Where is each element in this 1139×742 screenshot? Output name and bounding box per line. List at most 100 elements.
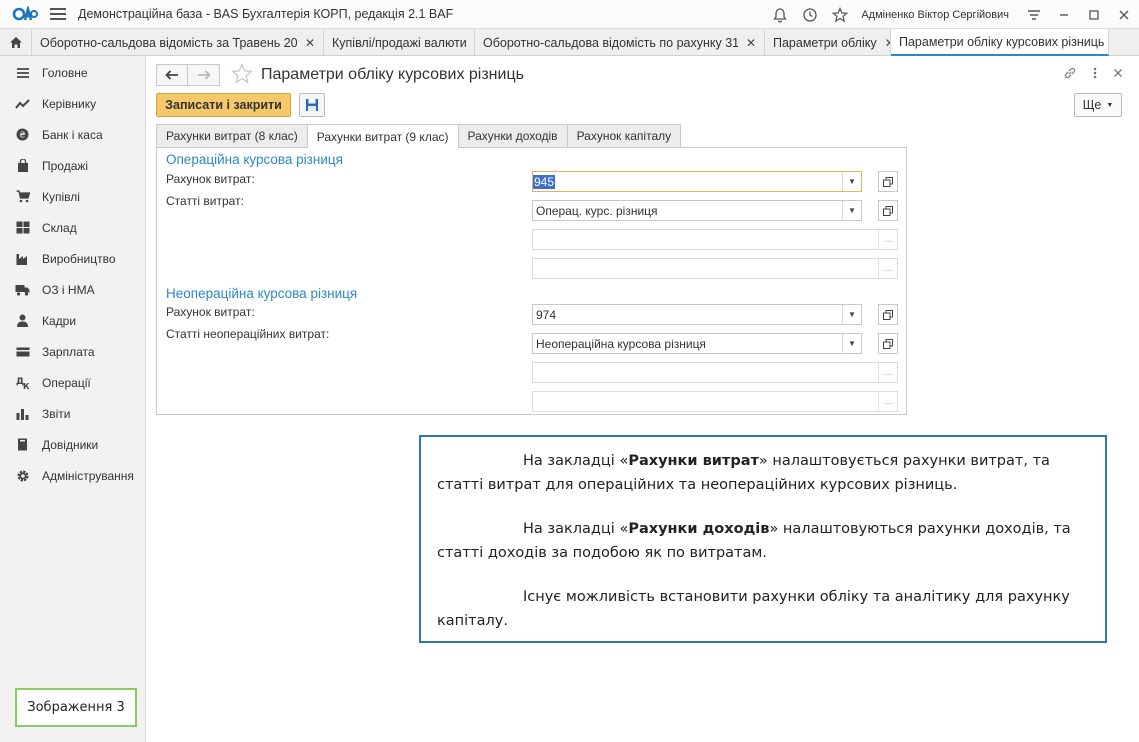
window-tab-label: Купівлі/продажі валюти <box>332 35 467 50</box>
home-icon[interactable] <box>0 29 32 56</box>
window-tab[interactable]: Оборотно-сальдова відомість за Травень 2… <box>32 29 324 56</box>
ellipsis-icon[interactable]: ... <box>878 259 897 278</box>
non-operational-extra-article-field[interactable]: ... <box>532 362 898 383</box>
sidebar-item-admin[interactable]: Адміністрування <box>0 460 145 491</box>
ellipsis-icon[interactable]: ... <box>878 392 897 411</box>
bell-icon[interactable] <box>765 0 795 29</box>
sidebar-item-reports[interactable]: Звіти <box>0 398 145 429</box>
sidebar-item-label: Продажі <box>42 158 89 173</box>
form-tabs: Рахунки витрат (8 клас) Рахунки витрат (… <box>156 124 682 148</box>
window-tab[interactable]: Оборотно-сальдова відомість по рахунку 3… <box>475 29 765 56</box>
note-paragraph: Існує можливість встановити рахунки облі… <box>437 589 1070 629</box>
chevron-down-icon[interactable]: ▼ <box>842 172 861 191</box>
close-tab-icon[interactable]: ✕ <box>305 36 315 50</box>
sidebar-item-purchases[interactable]: Купівлі <box>0 181 145 212</box>
non-operational-expense-account-field[interactable]: 974 ▼ <box>532 304 862 325</box>
operational-expense-account-field[interactable]: 945 ▼ <box>532 171 862 192</box>
coin-icon: ₴ <box>15 128 30 142</box>
chart-icon <box>15 407 30 421</box>
open-copy-icon[interactable] <box>878 304 898 325</box>
ellipsis-icon[interactable]: ... <box>878 230 897 249</box>
book-icon <box>15 438 30 452</box>
operational-expense-article-field[interactable]: Операц. курс. різниця ▼ <box>532 200 862 221</box>
favorite-star-icon[interactable] <box>230 62 254 90</box>
open-copy-icon[interactable] <box>878 200 898 221</box>
sidebar-item-label: ОЗ і НМА <box>42 282 95 297</box>
favorites-star-icon[interactable] <box>825 0 855 29</box>
user-name[interactable]: Адміненко Віктор Сергійович <box>861 9 1009 21</box>
window-tab[interactable]: Купівлі/продажі валюти ✕ <box>324 29 475 56</box>
sidebar-item-sales[interactable]: Продажі <box>0 150 145 181</box>
tab-panel: Операційна курсова різниця Рахунок витра… <box>156 147 907 415</box>
bag-icon <box>15 159 30 173</box>
tab-expense-class-9[interactable]: Рахунки витрат (9 клас) <box>306 124 459 148</box>
sidebar-item-manager[interactable]: Керівнику <box>0 88 145 119</box>
non-operational-extra-article-field[interactable]: ... <box>532 391 898 412</box>
sidebar-item-label: Склад <box>42 220 77 235</box>
sidebar-item-assets[interactable]: ОЗ і НМА <box>0 274 145 305</box>
window-tab[interactable]: Параметри обліку ✕ <box>765 29 891 56</box>
window-tab-active[interactable]: Параметри обліку курсових різниць ✕ <box>891 29 1109 56</box>
factory-icon <box>15 252 30 266</box>
wallet-icon <box>15 345 30 359</box>
sidebar-item-label: Керівнику <box>42 96 97 111</box>
form-title: Параметри обліку курсових різниць <box>261 66 524 83</box>
menu-lines-icon <box>15 66 30 80</box>
main-menu-icon[interactable] <box>50 8 66 20</box>
tab-income-accounts[interactable]: Рахунки доходів <box>457 124 568 147</box>
sidebar-item-label: Довідники <box>42 437 99 452</box>
close-form-icon[interactable] <box>1113 66 1123 83</box>
settings-lines-icon[interactable] <box>1019 0 1049 29</box>
field-value: 974 <box>536 307 557 322</box>
history-icon[interactable] <box>795 0 825 29</box>
operational-extra-article-field[interactable]: ... <box>532 229 898 250</box>
sidebar-item-bank[interactable]: ₴ Банк і каса <box>0 119 145 150</box>
sidebar-item-hr[interactable]: Кадри <box>0 305 145 336</box>
tab-expense-class-8[interactable]: Рахунки витрат (8 клас) <box>156 124 308 147</box>
sidebar-item-operations[interactable]: ДК Операції <box>0 367 145 398</box>
chevron-down-icon[interactable]: ▼ <box>842 201 861 220</box>
sidebar-item-label: Звіти <box>42 406 71 421</box>
sidebar-item-main[interactable]: Головне <box>0 57 145 88</box>
sidebar-item-label: Зарплата <box>42 344 95 359</box>
open-copy-icon[interactable] <box>878 333 898 354</box>
save-disk-icon[interactable] <box>299 93 325 117</box>
ellipsis-icon[interactable]: ... <box>878 363 897 382</box>
tab-capital-account[interactable]: Рахунок капіталу <box>566 124 682 147</box>
chevron-down-icon[interactable]: ▼ <box>842 305 861 324</box>
sidebar-item-warehouse[interactable]: Склад <box>0 212 145 243</box>
close-window-icon[interactable] <box>1109 0 1139 29</box>
svg-text:₴: ₴ <box>19 131 25 140</box>
note-text: На закладці « <box>523 521 629 537</box>
sidebar-item-directories[interactable]: Довідники <box>0 429 145 460</box>
expense-account-label: Рахунок витрат: <box>166 172 255 186</box>
section-title-operational: Операційна курсова різниця <box>166 152 343 167</box>
forward-arrow-icon[interactable] <box>188 64 220 86</box>
operational-extra-article-field[interactable]: ... <box>532 258 898 279</box>
sidebar-item-production[interactable]: Виробництво <box>0 243 145 274</box>
sidebar-item-label: Адміністрування <box>42 468 134 483</box>
open-copy-icon[interactable] <box>878 171 898 192</box>
maximize-icon[interactable] <box>1079 0 1109 29</box>
sidebar-item-salary[interactable]: Зарплата <box>0 336 145 367</box>
minimize-icon[interactable] <box>1049 0 1079 29</box>
close-tab-icon[interactable]: ✕ <box>746 36 756 50</box>
warehouse-icon <box>15 221 30 235</box>
back-arrow-icon[interactable] <box>156 64 188 86</box>
note-bold-text: Рахунки витрат <box>628 453 759 469</box>
more-button-label: Ще <box>1082 98 1102 112</box>
more-button[interactable]: Ще ▼ <box>1074 93 1122 117</box>
save-and-close-button[interactable]: Записати і закрити <box>156 93 291 117</box>
window-tab-label: Оборотно-сальдова відомість по рахунку 3… <box>483 35 738 50</box>
person-icon <box>15 314 30 328</box>
window-tab-label: Параметри обліку <box>773 35 877 50</box>
link-icon[interactable] <box>1063 66 1077 83</box>
chevron-down-icon: ▼ <box>1106 101 1114 109</box>
sidebar-item-label: Купівлі <box>42 189 80 204</box>
note-paragraph: На закладці «Рахунки доходів» налаштовую… <box>437 517 1089 565</box>
non-operational-expense-article-field[interactable]: Неопераційна курсова різниця ▼ <box>532 333 862 354</box>
sidebar: Головне Керівнику ₴ Банк і каса Продажі … <box>0 56 146 742</box>
field-value: 945 <box>533 174 556 189</box>
more-vertical-icon[interactable] <box>1093 66 1097 83</box>
chevron-down-icon[interactable]: ▼ <box>842 334 861 353</box>
